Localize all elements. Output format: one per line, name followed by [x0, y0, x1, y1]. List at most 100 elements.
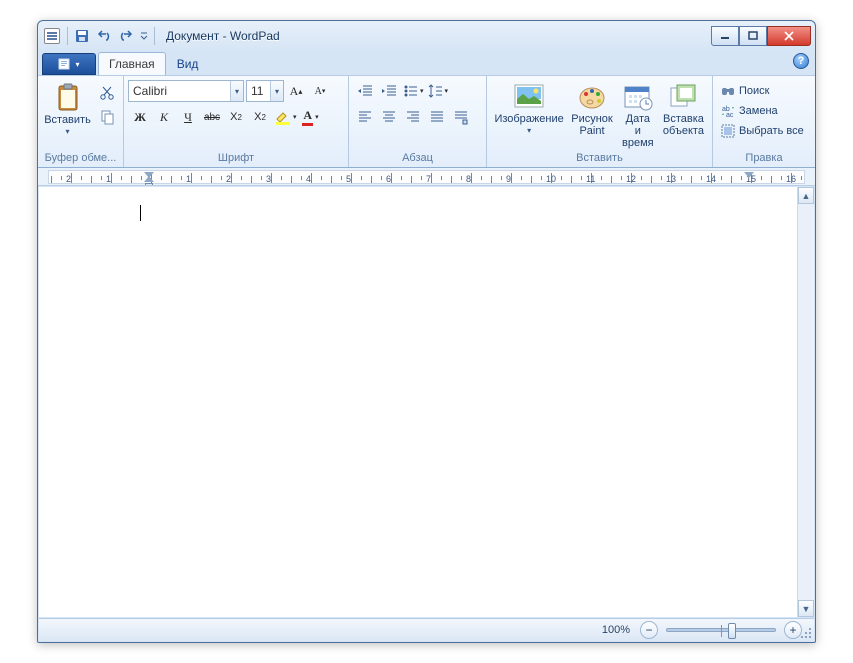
horizontal-ruler[interactable]: 2112345678910111213141516	[38, 168, 815, 186]
strikethrough-button[interactable]: abc	[201, 106, 223, 128]
font-size-combo[interactable]: 11 ▾	[246, 80, 284, 102]
maximize-button[interactable]	[739, 26, 767, 46]
calendar-icon	[623, 83, 653, 111]
qat-redo-button[interactable]	[115, 25, 137, 47]
font-family-value: Calibri	[129, 84, 230, 98]
help-button[interactable]: ?	[793, 53, 809, 69]
paragraph-icon	[453, 109, 469, 125]
text-cursor	[140, 205, 141, 221]
chevron-down-icon: ▾	[230, 81, 243, 101]
qat-undo-button[interactable]	[93, 25, 115, 47]
tab-view[interactable]: Вид	[166, 52, 210, 75]
object-icon	[668, 83, 698, 111]
chevron-down-icon: ▾	[75, 60, 79, 69]
align-justify-button[interactable]	[426, 106, 448, 128]
group-title-font: Шрифт	[124, 152, 348, 167]
status-bar: 100% − +	[39, 618, 814, 641]
select-all-button[interactable]: Выбрать все	[717, 121, 807, 141]
title-bar: Документ - WordPad	[38, 21, 815, 51]
align-left-icon	[357, 109, 373, 125]
align-left-button[interactable]	[354, 106, 376, 128]
italic-button[interactable]: К	[153, 106, 175, 128]
cut-button[interactable]	[96, 82, 118, 104]
insert-datetime-button[interactable]: Дата и время	[617, 78, 659, 152]
bullet-list-button[interactable]: ▾	[402, 80, 425, 102]
shrink-font-button[interactable]: A▾	[309, 80, 331, 102]
redo-icon	[118, 28, 134, 44]
group-paragraph: ▾ ▾ Абзац	[349, 76, 487, 167]
insert-datetime-label: Дата и время	[622, 113, 654, 149]
svg-text:ac: ac	[726, 112, 734, 118]
chevron-down-icon: ▾	[527, 125, 531, 137]
font-size-value: 11	[247, 84, 270, 98]
zoom-out-button[interactable]: −	[640, 621, 658, 639]
find-button[interactable]: Поиск	[717, 81, 807, 101]
window-title: Документ - WordPad	[166, 29, 711, 43]
palette-icon	[577, 82, 607, 112]
separator	[67, 27, 68, 45]
group-title-clipboard: Буфер обме...	[38, 152, 123, 167]
paste-button[interactable]: Вставить ▾	[42, 79, 93, 141]
chevron-down-icon	[140, 32, 148, 40]
select-all-icon	[721, 124, 735, 138]
clipboard-icon	[53, 83, 83, 113]
document-icon	[58, 58, 72, 70]
paste-label: Вставить	[44, 114, 91, 126]
outdent-icon	[357, 83, 373, 99]
insert-picture-button[interactable]: Изображение ▾	[491, 78, 567, 140]
qat-customize-button[interactable]	[137, 25, 151, 47]
scroll-down-button[interactable]: ▼	[798, 600, 814, 617]
app-window: Документ - WordPad ▾ Главная Вид ? Встав…	[37, 20, 816, 643]
tab-home[interactable]: Главная	[98, 52, 166, 75]
zoom-slider[interactable]	[666, 628, 776, 632]
replace-button[interactable]: abacЗамена	[717, 101, 807, 121]
group-insert: Изображение ▾ Рисунок Paint Дата и время…	[487, 76, 713, 167]
undo-icon	[96, 28, 112, 44]
insert-object-button[interactable]: Вставка объекта	[659, 78, 708, 140]
font-family-combo[interactable]: Calibri ▾	[128, 80, 244, 102]
group-title-editing: Правка	[713, 152, 815, 167]
scissors-icon	[99, 85, 115, 101]
line-spacing-icon	[428, 83, 444, 99]
separator	[154, 27, 155, 45]
group-clipboard: Вставить ▾ Буфер обме...	[38, 76, 124, 167]
insert-paint-button[interactable]: Рисунок Paint	[567, 78, 617, 140]
superscript-button[interactable]: X2	[249, 106, 271, 128]
highlight-color-button[interactable]: ▾	[273, 106, 298, 128]
save-icon	[74, 28, 90, 44]
close-button[interactable]	[767, 26, 811, 46]
align-justify-icon	[429, 109, 445, 125]
minimize-button[interactable]	[711, 26, 739, 46]
chevron-down-icon: ▾	[65, 126, 69, 138]
bullets-icon	[403, 83, 419, 99]
font-color-button[interactable]: A▾	[300, 106, 322, 128]
system-menu-icon[interactable]	[44, 28, 60, 44]
increase-indent-button[interactable]	[378, 80, 400, 102]
application-menu-button[interactable]: ▾	[42, 53, 96, 75]
align-right-button[interactable]	[402, 106, 424, 128]
scroll-up-button[interactable]: ▲	[798, 187, 814, 204]
zoom-level: 100%	[602, 624, 630, 636]
paragraph-dialog-button[interactable]	[450, 106, 472, 128]
insert-object-label: Вставка объекта	[663, 113, 704, 137]
document-area[interactable]: ▲ ▼	[39, 187, 814, 617]
line-spacing-button[interactable]: ▾	[427, 80, 450, 102]
subscript-button[interactable]: X2	[225, 106, 247, 128]
align-center-icon	[381, 109, 397, 125]
copy-button[interactable]	[96, 106, 118, 128]
replace-icon: abac	[721, 104, 735, 118]
group-title-insert: Вставить	[487, 152, 712, 167]
binoculars-icon	[721, 84, 735, 98]
bold-button[interactable]: Ж	[129, 106, 151, 128]
qat-save-button[interactable]	[71, 25, 93, 47]
decrease-indent-button[interactable]	[354, 80, 376, 102]
align-center-button[interactable]	[378, 106, 400, 128]
vertical-scrollbar[interactable]: ▲ ▼	[797, 187, 814, 617]
underline-button[interactable]: Ч	[177, 106, 199, 128]
insert-paint-label: Рисунок Paint	[571, 113, 613, 137]
insert-picture-label: Изображение	[494, 113, 563, 125]
group-editing: Поиск abacЗамена Выбрать все Правка	[713, 76, 815, 167]
resize-grip[interactable]	[800, 627, 812, 639]
ribbon-tabs: ▾ Главная Вид ?	[38, 51, 815, 75]
grow-font-button[interactable]: A▴	[285, 80, 307, 102]
